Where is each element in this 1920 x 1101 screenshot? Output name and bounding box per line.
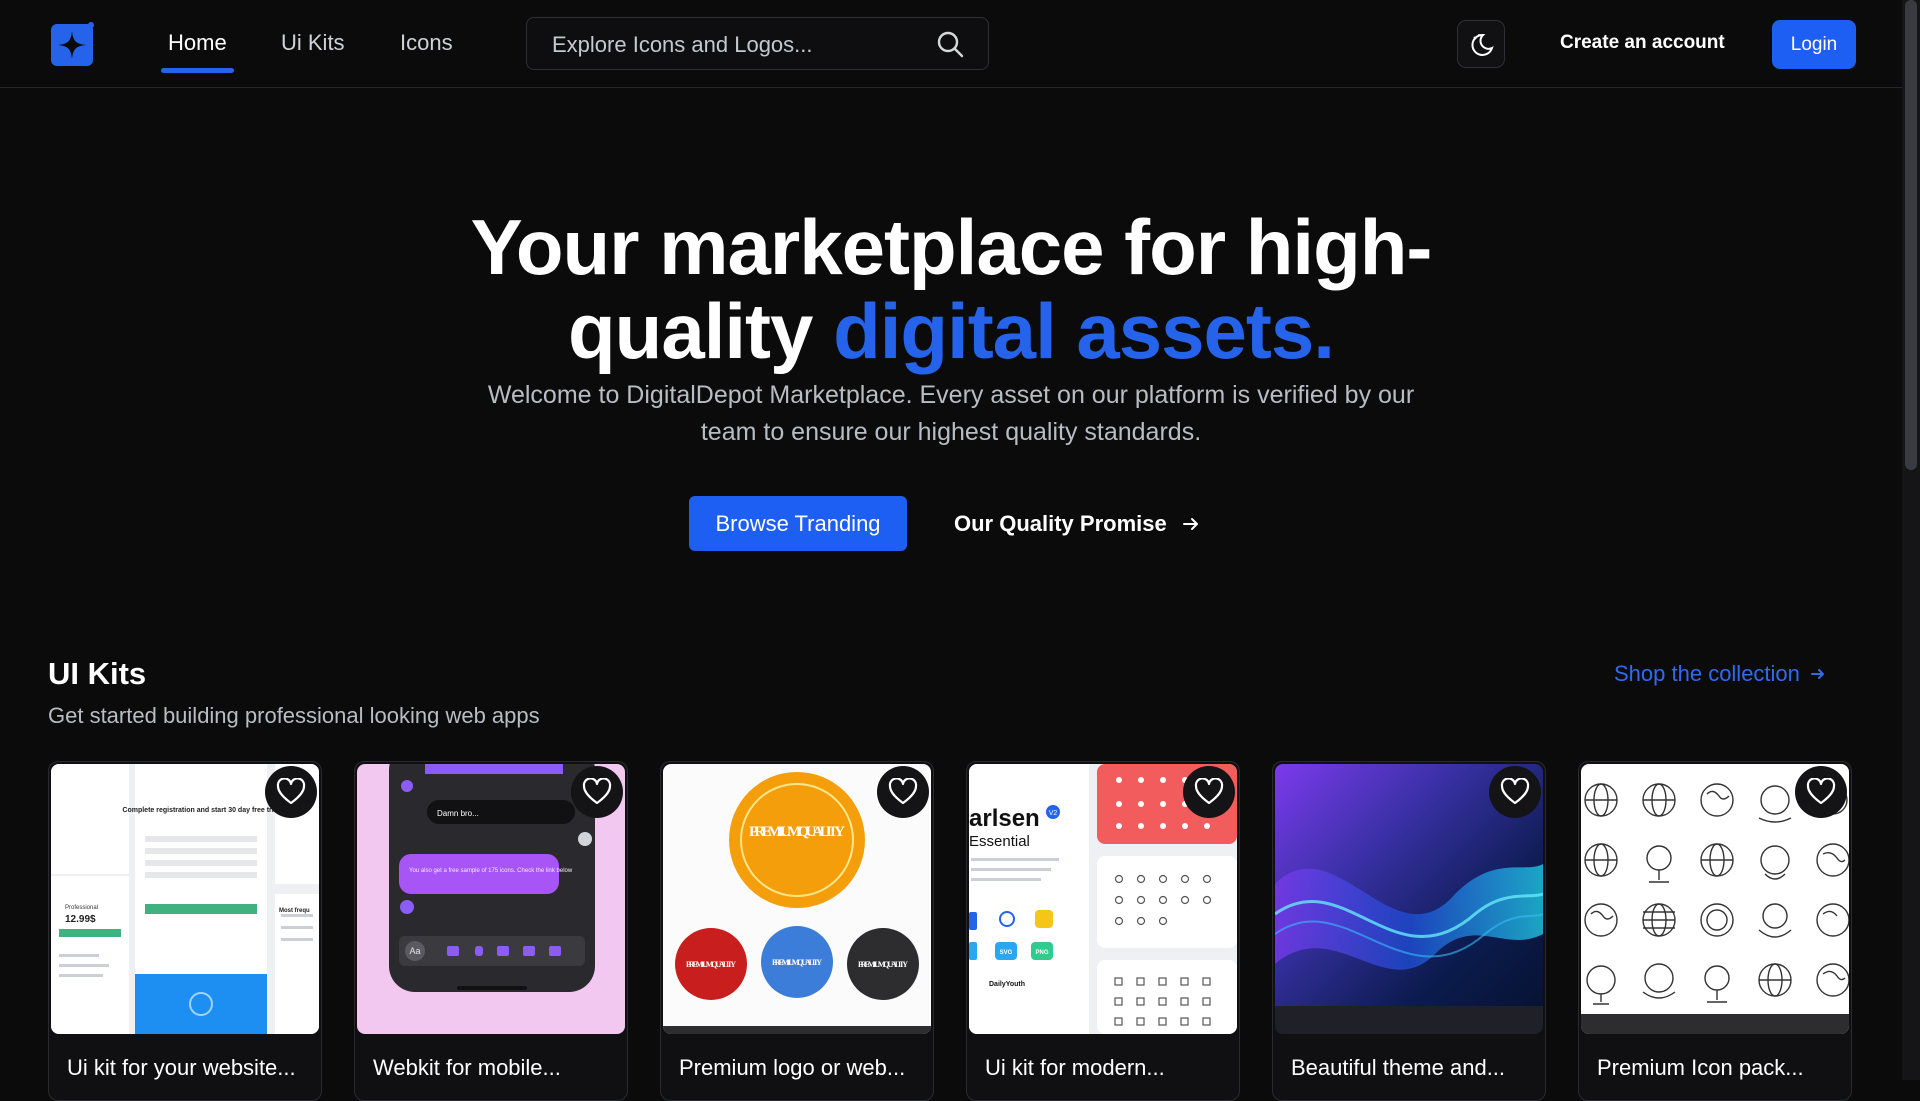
thumb-svg-label: SVG	[1000, 950, 1013, 956]
heart-icon	[1806, 778, 1836, 805]
thumb-sub: Essential	[969, 833, 1030, 850]
nav-active-indicator	[161, 68, 234, 73]
favorite-button[interactable]	[877, 766, 929, 818]
search-input[interactable]: Explore Icons and Logos...	[526, 17, 989, 70]
card-title[interactable]: Ui kit for modern...	[985, 1055, 1165, 1081]
thumb-aa: Aa	[409, 946, 420, 956]
thumb-author: DailyYouth	[989, 981, 1025, 988]
nav-home[interactable]: Home	[168, 30, 227, 56]
thumb-message1: Damn bro...	[437, 809, 479, 818]
section-subtitle: Get started building professional lookin…	[48, 703, 540, 728]
thumb-most: Most frequ	[279, 908, 310, 914]
moon-icon	[1471, 33, 1494, 56]
shop-collection-label: Shop the collection	[1614, 661, 1800, 686]
hero-title-line1: Your marketplace for high-	[470, 203, 1433, 291]
logo-icon[interactable]	[47, 20, 97, 70]
favorite-button[interactable]	[1183, 766, 1235, 818]
thumb-badge-small: PREMIUM QUALITY	[858, 960, 908, 969]
browse-trending-button[interactable]: Browse Tranding	[689, 496, 907, 551]
thumb-badge-small: PREMIUM QUALITY	[772, 958, 822, 967]
thumb-price: 12.99$	[65, 914, 96, 925]
favorite-button[interactable]	[265, 766, 317, 818]
card-title[interactable]: Premium Icon pack...	[1597, 1055, 1804, 1081]
theme-toggle-button[interactable]	[1457, 20, 1505, 68]
card-title[interactable]: Beautiful theme and...	[1291, 1055, 1505, 1081]
create-account-link[interactable]: Create an account	[1560, 32, 1725, 54]
search-placeholder: Explore Icons and Logos...	[552, 32, 813, 57]
section-title: UI Kits	[48, 656, 147, 691]
thumb-png-label: PNG	[1035, 950, 1048, 956]
product-card[interactable]: Complete registration and start 30 day f…	[48, 761, 322, 1101]
thumb-heading: Complete registration and start 30 day f…	[122, 807, 279, 814]
hero-title-line2: quality	[568, 287, 834, 375]
thumb-version: V2	[1049, 810, 1058, 817]
thumb-badge-small: PREMIUM QUALITY	[686, 960, 736, 969]
hero-title: Your marketplace for high- quality digit…	[0, 205, 1902, 373]
top-navbar: Home Ui Kits Icons Explore Icons and Log…	[0, 0, 1902, 88]
product-card[interactable]: PREMIUM QUALITY PREMIUM QUALITY PREMIUM …	[660, 761, 934, 1101]
shop-collection-link[interactable]: Shop the collection	[1614, 661, 1826, 687]
thumb-plan: Professional	[65, 905, 98, 911]
card-title[interactable]: Premium logo or web...	[679, 1055, 905, 1081]
heart-icon	[276, 778, 306, 805]
thumb-brand: arlsen	[969, 805, 1040, 832]
hero-title-accent: digital assets.	[833, 287, 1335, 375]
heart-icon	[1194, 778, 1224, 805]
quality-promise-label: Our Quality Promise	[954, 511, 1167, 536]
product-card[interactable]: Premium Icon pack...	[1578, 761, 1852, 1101]
scrollbar-thumb[interactable]	[1905, 0, 1917, 470]
scrollbar[interactable]	[1902, 0, 1920, 1080]
product-card[interactable]: Beautiful theme and...	[1272, 761, 1546, 1101]
heart-icon	[582, 778, 612, 805]
arrow-right-icon	[1182, 518, 1198, 530]
product-card[interactable]: arlsen V2 Essential SVG PNG DailyYouth U…	[966, 761, 1240, 1101]
heart-icon	[888, 778, 918, 805]
thumb-message2: You also get a free sample of 175 icons.…	[409, 868, 573, 874]
card-title[interactable]: Webkit for mobile...	[373, 1055, 561, 1081]
heart-icon	[1500, 778, 1530, 805]
favorite-button[interactable]	[1795, 766, 1847, 818]
favorite-button[interactable]	[571, 766, 623, 818]
card-title[interactable]: Ui kit for your website...	[67, 1055, 296, 1081]
nav-ui-kits[interactable]: Ui Kits	[281, 30, 345, 56]
hero-subtitle: Welcome to DigitalDepot Marketplace. Eve…	[487, 381, 1415, 446]
quality-promise-link[interactable]: Our Quality Promise	[954, 511, 1201, 537]
product-card[interactable]: Damn bro... You also get a free sample o…	[354, 761, 628, 1101]
arrow-right-icon	[1810, 669, 1824, 679]
favorite-button[interactable]	[1489, 766, 1541, 818]
nav-icons[interactable]: Icons	[400, 30, 453, 56]
thumb-badge-big: PREMIUM QUALITY	[749, 824, 845, 840]
login-button[interactable]: Login	[1772, 20, 1856, 69]
search-icon[interactable]	[936, 30, 964, 58]
